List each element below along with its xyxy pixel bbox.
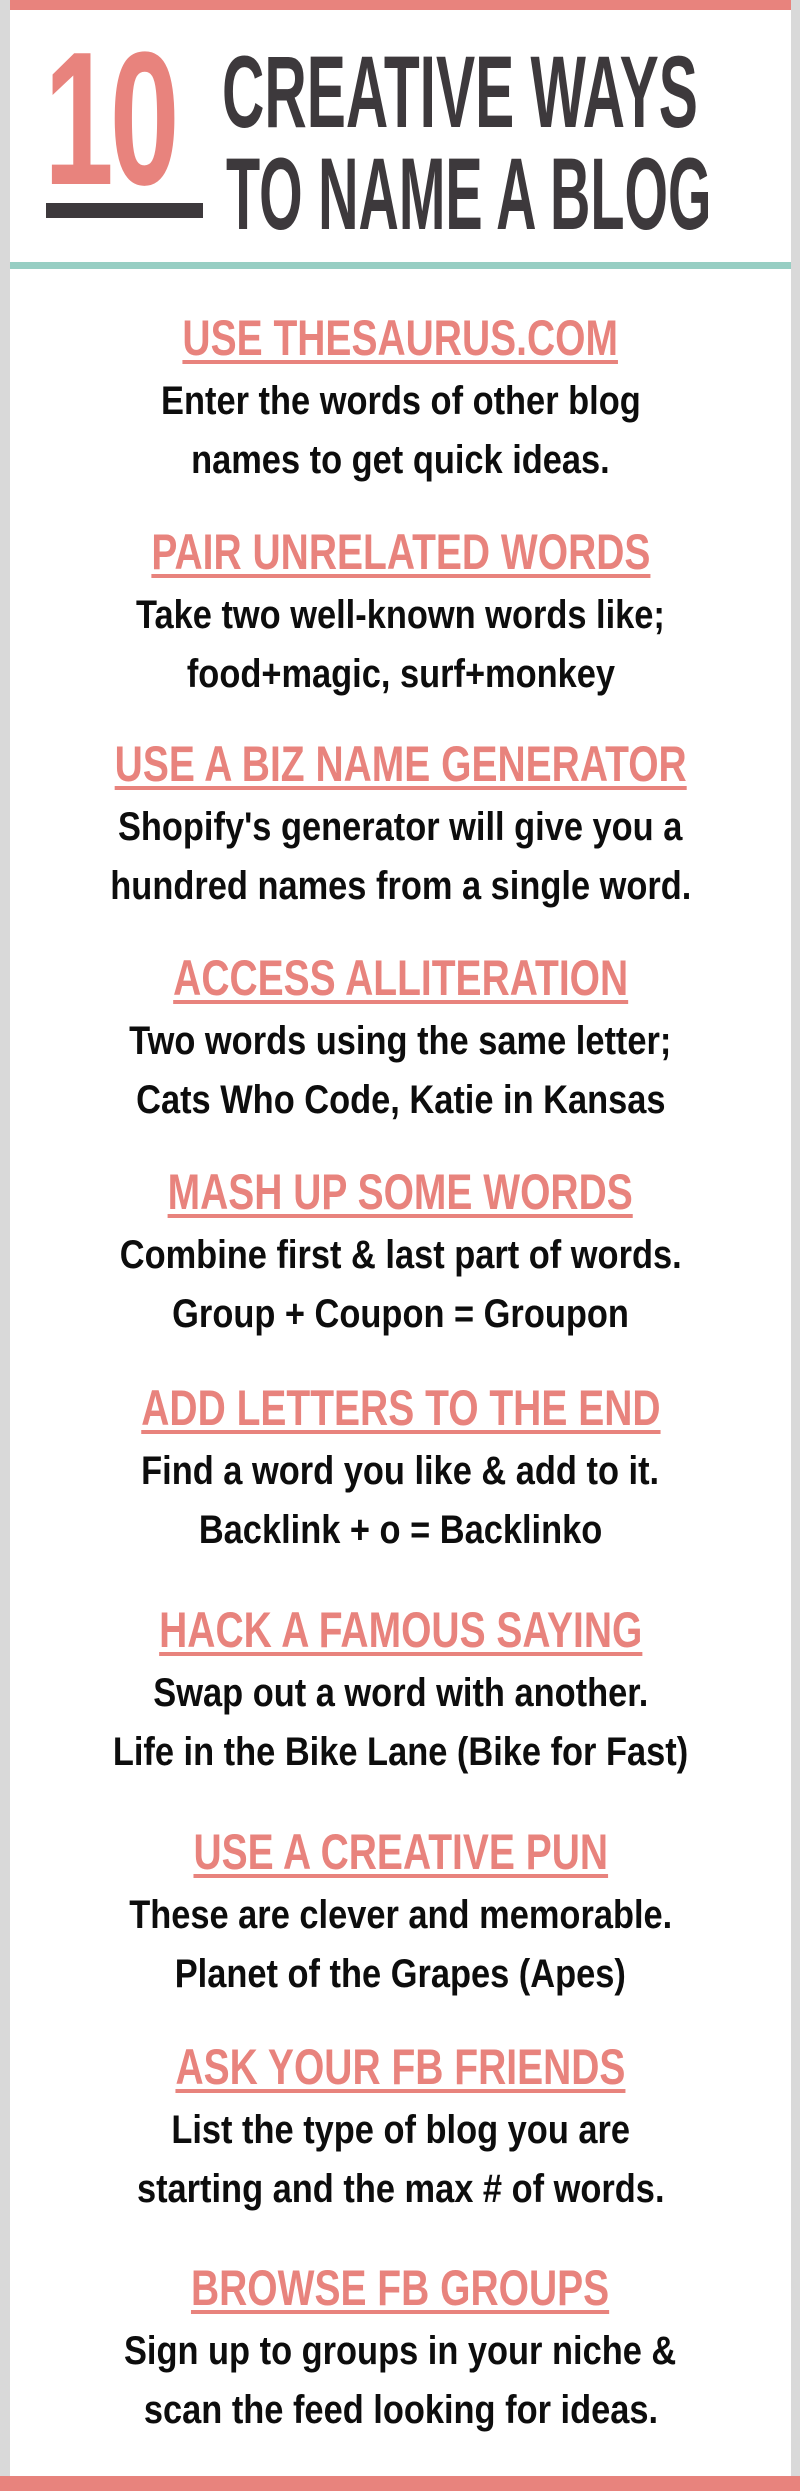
tip-text-line: Backlink + o = Backlinko	[10, 1501, 791, 1560]
tip-heading: MASH UP SOME WORDS	[167, 1164, 634, 1220]
top-accent-bar	[0, 0, 800, 10]
tip-item: ASK YOUR FB FRIENDS List the type of blo…	[10, 2041, 791, 2219]
tip-text-line: These are clever and memorable.	[10, 1886, 791, 1945]
tip-item: HACK A FAMOUS SAYING Swap out a word wit…	[10, 1604, 791, 1782]
tip-text: Find a word you like & add to it.	[141, 1449, 660, 1493]
tip-text: Planet of the Grapes (Apes)	[174, 1952, 627, 1996]
tip-text: Two words using the same letter;	[129, 1019, 672, 1063]
tip-text: Enter the words of other blog	[160, 379, 641, 423]
tip-text: Shopify's generator will give you a	[118, 805, 683, 849]
tip-text-line: Find a word you like & add to it.	[10, 1442, 791, 1501]
tip-text: Cats Who Code, Katie in Kansas	[135, 1078, 666, 1122]
title-line-1: CREATIVE WAYS	[222, 35, 698, 149]
tip-text: names to get quick ideas.	[191, 438, 610, 482]
tip-text: These are clever and memorable.	[128, 1893, 673, 1937]
tip-item: PAIR UNRELATED WORDS Take two well-known…	[10, 526, 791, 704]
tip-text: List the type of blog you are	[171, 2108, 630, 2152]
tip-item: ADD LETTERS TO THE END Find a word you l…	[10, 1382, 791, 1560]
tip-item: ACCESS ALLITERATION Two words using the …	[10, 952, 791, 1130]
tip-text: Group + Coupon = Groupon	[172, 1292, 629, 1336]
tip-text-line: Swap out a word with another.	[10, 1664, 791, 1723]
bottom-accent-bar	[0, 2476, 800, 2491]
tip-text: Sign up to groups in your niche &	[124, 2329, 677, 2373]
tip-item: USE THESAURUS.COM Enter the words of oth…	[10, 312, 791, 490]
tip-heading: USE THESAURUS.COM	[182, 310, 619, 366]
tip-text-line: Group + Coupon = Groupon	[10, 1285, 791, 1344]
number-underline-bar	[46, 203, 203, 218]
tip-text-line: Cats Who Code, Katie in Kansas	[10, 1071, 791, 1130]
tip-item: BROWSE FB GROUPS Sign up to groups in yo…	[10, 2262, 791, 2440]
tip-heading: BROWSE FB GROUPS	[191, 2260, 610, 2316]
tip-text-line: Take two well-known words like;	[10, 586, 791, 645]
tip-text: scan the feed looking for ideas.	[143, 2388, 658, 2432]
tip-item: USE A BIZ NAME GENERATOR Shopify's gener…	[10, 738, 791, 916]
header-divider	[10, 262, 791, 269]
tip-text-line: Shopify's generator will give you a	[10, 798, 791, 857]
tip-text-line: scan the feed looking for ideas.	[10, 2381, 791, 2440]
tip-text: Backlink + o = Backlinko	[198, 1508, 603, 1552]
tip-text: Take two well-known words like;	[136, 593, 665, 637]
tip-heading: ASK YOUR FB FRIENDS	[175, 2039, 626, 2095]
tip-text-line: Enter the words of other blog	[10, 372, 791, 431]
header-number: 10	[44, 13, 180, 225]
tip-text: Swap out a word with another.	[152, 1671, 649, 1715]
tip-heading: ACCESS ALLITERATION	[172, 950, 628, 1006]
tip-text-line: hundred names from a single word.	[10, 857, 791, 916]
tip-heading: ADD LETTERS TO THE END	[140, 1380, 661, 1436]
title-line-2: TO NAME A BLOG	[226, 137, 712, 251]
tip-text: hundred names from a single word.	[109, 864, 692, 908]
tip-text: food+magic, surf+monkey	[186, 652, 615, 696]
tip-text-line: Combine first & last part of words.	[10, 1226, 791, 1285]
tip-item: USE A CREATIVE PUN These are clever and …	[10, 1826, 791, 2004]
tip-heading: USE A CREATIVE PUN	[193, 1824, 608, 1880]
tip-text-line: food+magic, surf+monkey	[10, 645, 791, 704]
tip-text-line: starting and the max # of words.	[10, 2160, 791, 2219]
tip-text: Life in the Bike Lane (Bike for Fast)	[112, 1730, 689, 1774]
tip-item: MASH UP SOME WORDS Combine first & last …	[10, 1166, 791, 1344]
tip-heading: HACK A FAMOUS SAYING	[158, 1602, 643, 1658]
tip-heading: USE A BIZ NAME GENERATOR	[114, 736, 687, 792]
tip-text-line: List the type of blog you are	[10, 2101, 791, 2160]
tip-text-line: Sign up to groups in your niche &	[10, 2322, 791, 2381]
tip-text-line: names to get quick ideas.	[10, 431, 791, 490]
frame-border-left	[0, 0, 10, 2491]
tip-text-line: Planet of the Grapes (Apes)	[10, 1945, 791, 2004]
tip-text-line: Life in the Bike Lane (Bike for Fast)	[10, 1723, 791, 1782]
tip-text-line: Two words using the same letter;	[10, 1012, 791, 1071]
tip-text: starting and the max # of words.	[136, 2167, 665, 2211]
tip-text: Combine first & last part of words.	[119, 1233, 682, 1277]
tip-heading: PAIR UNRELATED WORDS	[150, 524, 651, 580]
frame-border-right	[791, 0, 800, 2491]
